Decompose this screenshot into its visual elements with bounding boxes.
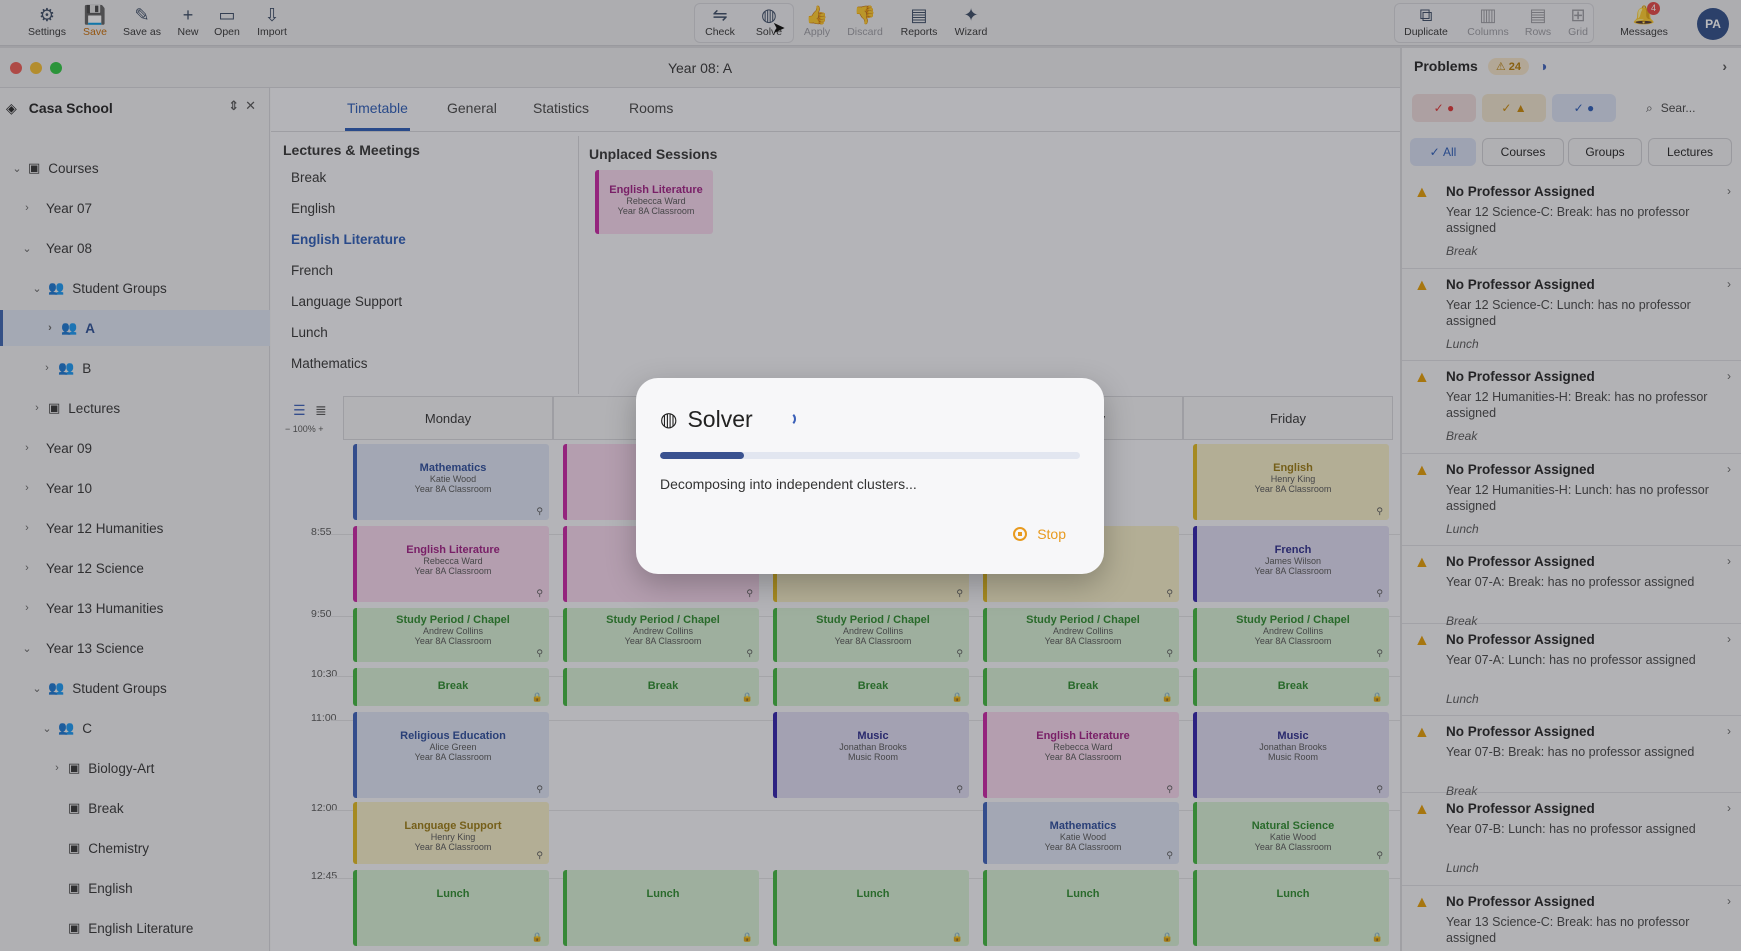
solver-progress-fill	[660, 452, 744, 459]
stop-icon	[1013, 527, 1028, 541]
loading-spinner-icon	[782, 412, 796, 426]
solver-status-message: Decomposing into independent clusters...	[660, 476, 917, 492]
solver-title: Solver	[687, 406, 753, 432]
mouse-cursor-icon: ➤	[772, 20, 786, 37]
stop-label: Stop	[1037, 526, 1066, 542]
solver-icon: ◍	[660, 409, 678, 431]
solver-dialog: ◍ Solver Decomposing into independent cl…	[636, 378, 1104, 574]
stop-solver-button[interactable]: Stop	[1013, 526, 1066, 542]
solver-progress-bar	[660, 452, 1080, 459]
solver-title-row: ◍ Solver	[660, 406, 753, 433]
